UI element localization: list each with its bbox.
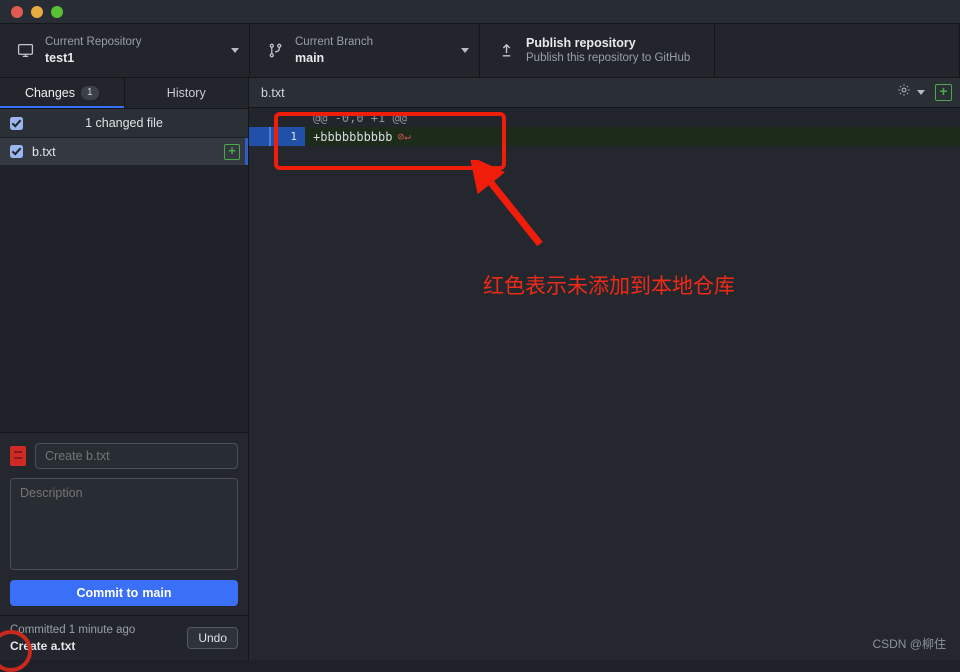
diff-file-name: b.txt [261,85,285,100]
last-commit-time: Committed 1 minute ago [10,623,136,636]
git-branch-icon [263,42,287,59]
list-item[interactable]: b.txt + [0,138,248,165]
publish-repository-button[interactable]: Publish repository Publish this reposito… [480,24,715,77]
invisible-characters-marker: ⊘↵ [397,130,411,143]
changed-files-count: 1 changed file [85,116,163,130]
diff-added-line-text: +bbbbbbbbbb [313,129,393,144]
tab-changes[interactable]: Changes 1 [0,78,125,108]
diff-pane: b.txt + @@ -0,0 +1 @@ 1 +bbbbbbbbbb ⊘↵ [249,78,960,660]
last-commit-text: Committed 1 minute ago Create a.txt [10,623,187,654]
publish-repository-text: Publish repository Publish this reposito… [518,35,704,66]
sidebar-tabs: Changes 1 History [0,78,248,109]
main-toolbar: Current Repository test1 Current Branch … [0,24,960,78]
commit-button-branch: main [142,586,172,600]
tab-changes-label: Changes [24,86,75,100]
select-all-checkbox[interactable] [10,116,23,130]
close-window-button[interactable] [11,5,23,18]
toolbar-empty-area [715,24,960,77]
minimize-window-button[interactable] [31,5,43,18]
current-branch-text: Current Branch main [287,35,455,66]
diff-content[interactable]: @@ -0,0 +1 @@ 1 +bbbbbbbbbb ⊘↵ [249,108,960,660]
commit-form: Commit to main [0,432,248,615]
tab-history[interactable]: History [125,78,249,108]
diff-line-number: 1 [249,127,305,146]
current-branch-button[interactable]: Current Branch main [250,24,480,77]
tab-changes-badge: 1 [80,86,99,100]
commit-summary-row [10,443,238,469]
current-repository-value: test1 [45,51,75,65]
chevron-down-icon [231,48,239,53]
chevron-down-icon [917,90,925,95]
diff-header: b.txt + [249,78,960,108]
file-list-empty-space [0,165,248,432]
current-repository-button[interactable]: Current Repository test1 [0,24,250,77]
last-commit-bar: Committed 1 minute ago Create a.txt Undo [0,615,248,660]
github-desktop-window: Current Repository test1 Current Branch … [0,0,960,660]
last-commit-message: Create a.txt [10,638,76,653]
traffic-lights [11,5,63,18]
gear-icon [897,83,911,102]
desktop-icon [13,42,37,59]
commit-description-input[interactable] [10,478,238,570]
diff-added-line: +bbbbbbbbbb ⊘↵ [305,127,960,146]
title-bar [0,0,960,24]
publish-repository-title: Publish repository [526,36,636,50]
sidebar: Changes 1 History 1 changed file b.txt + [0,78,249,660]
undo-button[interactable]: Undo [187,627,238,649]
file-name: b.txt [32,144,56,159]
diff-hunk-header: @@ -0,0 +1 @@ [313,110,407,125]
diff-settings-button[interactable] [897,83,925,102]
current-branch-label: Current Branch [295,36,373,48]
chevron-down-icon [461,48,469,53]
current-repository-label: Current Repository [45,36,142,48]
maximize-window-button[interactable] [51,5,63,18]
plus-icon[interactable]: + [935,84,952,101]
table-row: 1 +bbbbbbbbbb ⊘↵ [249,127,960,146]
commit-button-prefix: Commit to [76,586,139,600]
diff-line-number [249,108,305,127]
current-branch-value: main [295,51,325,65]
file-status-added-icon: + [224,143,240,160]
changed-files-header: 1 changed file [0,109,248,138]
publish-repository-subtitle: Publish this repository to GitHub [526,52,691,64]
current-repository-text: Current Repository test1 [37,35,225,66]
commit-summary-input[interactable] [35,443,238,469]
avatar [10,446,26,466]
tab-history-label: History [166,86,206,100]
app-body: Changes 1 History 1 changed file b.txt + [0,78,960,660]
commit-button[interactable]: Commit to main [10,580,238,606]
table-row: @@ -0,0 +1 @@ [249,108,960,127]
file-checkbox[interactable] [10,145,23,158]
upload-icon [494,42,518,59]
